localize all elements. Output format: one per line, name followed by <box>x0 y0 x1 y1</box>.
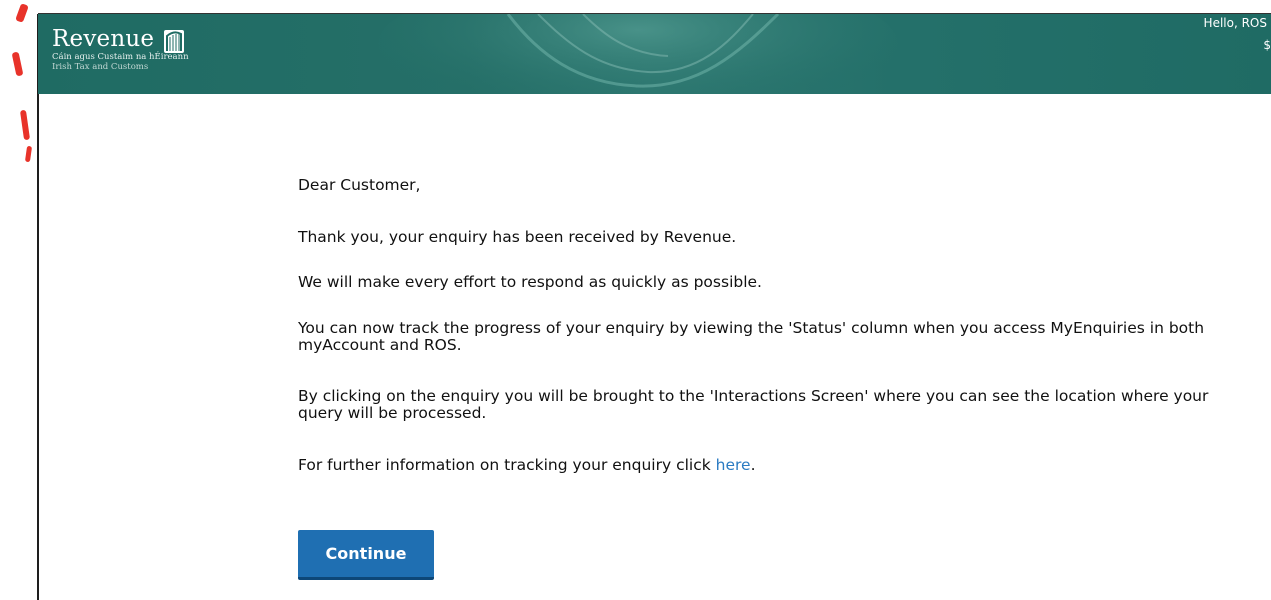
annotation-mark <box>24 145 33 163</box>
further-info-suffix: . <box>750 456 756 474</box>
response-effort-text: We will make every effort to respond as … <box>298 273 762 291</box>
annotation-mark <box>15 3 29 23</box>
header-swirl-decoration <box>378 14 898 94</box>
annotation-mark <box>11 51 24 77</box>
harp-icon <box>164 30 184 53</box>
track-progress-text: You can now track the progress of your e… <box>298 319 1205 354</box>
further-info-text: For further information on tracking your… <box>298 457 756 474</box>
user-greeting[interactable]: Hello, ROS <box>1204 16 1267 30</box>
user-menu-indicator[interactable]: $ <box>1263 38 1271 52</box>
page-left-border <box>37 14 39 600</box>
further-info-prefix: For further information on tracking your… <box>298 456 716 474</box>
salutation: Dear Customer, <box>298 176 421 194</box>
enquiry-received-text: Thank you, your enquiry has been receive… <box>298 228 737 246</box>
logo-subtitle-english: Irish Tax and Customs <box>52 62 149 72</box>
annotation-mark <box>19 109 31 141</box>
continue-button[interactable]: Continue <box>298 530 434 580</box>
here-link[interactable]: here <box>716 456 751 474</box>
interactions-screen-text: By clicking on the enquiry you will be b… <box>298 387 1209 422</box>
site-header: Revenue Cáin agus Custaim na hÉireann Ir… <box>38 14 1271 94</box>
page: Revenue Cáin agus Custaim na hÉireann Ir… <box>0 0 1271 600</box>
